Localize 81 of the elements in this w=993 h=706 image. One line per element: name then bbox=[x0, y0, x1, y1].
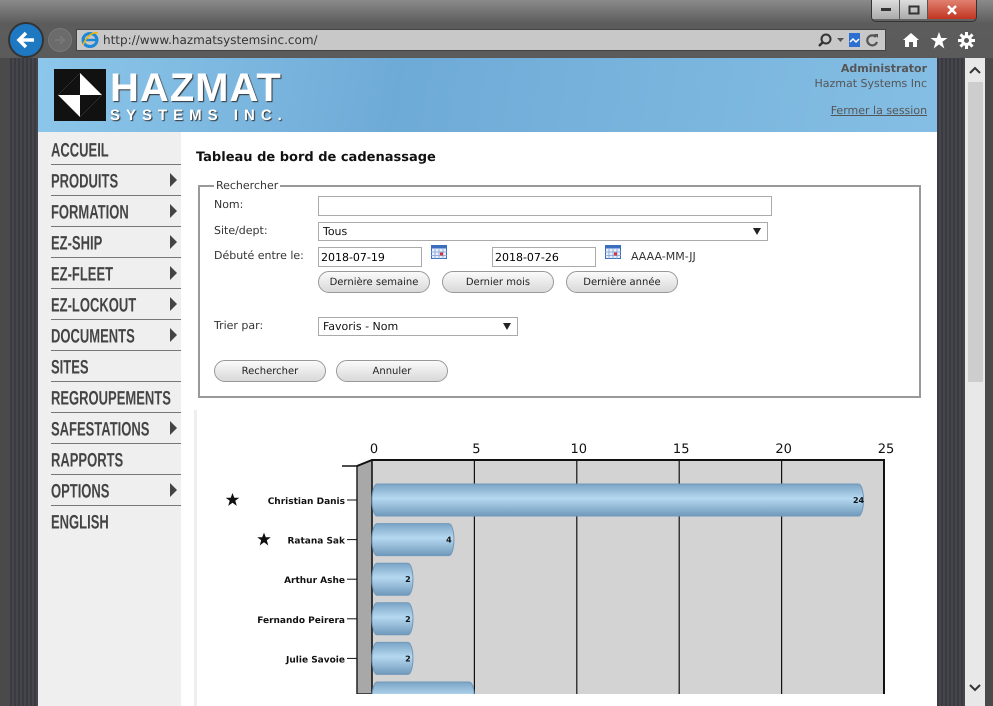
home-icon[interactable] bbox=[902, 32, 920, 48]
date-range-button[interactable]: Dernière semaine bbox=[318, 271, 430, 293]
logo-text: HAZMAT bbox=[110, 68, 283, 108]
panel-legend: Rechercher bbox=[214, 179, 280, 192]
data-label: 2 bbox=[405, 654, 411, 664]
search-icon[interactable] bbox=[818, 33, 832, 47]
site-dropdown[interactable]: Tous bbox=[318, 222, 768, 241]
logout-link[interactable]: Fermer la session bbox=[830, 104, 928, 117]
category-label: Ratana Sak bbox=[287, 536, 345, 547]
date-range-button[interactable]: Dernier mois bbox=[442, 271, 554, 293]
star-icon[interactable] bbox=[930, 32, 948, 48]
close-icon bbox=[946, 4, 958, 14]
axis-tick-label: 20 bbox=[775, 442, 792, 457]
date-range-button[interactable]: Dernière année bbox=[566, 271, 678, 293]
date-format-hint: AAAA-MM-JJ bbox=[630, 250, 696, 263]
browser-logo-icon bbox=[81, 31, 99, 49]
axis-tick-label: 10 bbox=[570, 442, 588, 457]
name-field[interactable] bbox=[318, 196, 772, 216]
address-bar[interactable]: http://www.hazmatsystemsinc.com/ bbox=[76, 29, 886, 51]
nav-item[interactable]: EZ-LOCKOUT bbox=[50, 289, 181, 320]
axis-tick-label: 15 bbox=[672, 442, 690, 457]
calendar-icon[interactable] bbox=[604, 245, 621, 259]
caret-icon[interactable] bbox=[837, 38, 844, 42]
nav-item[interactable]: SAFESTATIONS bbox=[50, 413, 181, 444]
page-title: Tableau de bord de cadenassage bbox=[196, 150, 437, 165]
category-label: Christian Danis bbox=[268, 497, 345, 507]
field-label: Site/dept: bbox=[214, 223, 269, 237]
bar bbox=[371, 642, 414, 675]
scrollbar[interactable] bbox=[965, 58, 985, 706]
date-from-field[interactable]: 2018-07-19 bbox=[318, 247, 422, 267]
nav-item[interactable]: OPTIONS bbox=[50, 475, 181, 506]
field-label: Trier par: bbox=[214, 318, 264, 332]
axis-tick-label: 25 bbox=[878, 442, 894, 457]
nav-item[interactable]: REGROUPEMENTS bbox=[50, 382, 181, 413]
minimize-button[interactable] bbox=[872, 0, 900, 19]
logo-icon bbox=[54, 69, 106, 121]
url-text: http://www.hazmatsystemsinc.com/ bbox=[103, 33, 319, 47]
dropdown-caret-icon bbox=[752, 228, 761, 235]
data-label: 24 bbox=[852, 496, 864, 505]
nav-item[interactable]: PRODUITS bbox=[50, 165, 181, 196]
settings-icon[interactable] bbox=[958, 32, 975, 48]
nav-item[interactable]: ACCUEIL bbox=[50, 134, 181, 165]
category-label: Fernando Peirera bbox=[257, 616, 345, 626]
field-label: Débuté entre le: bbox=[214, 248, 305, 262]
nav-item[interactable]: RAPPORTS bbox=[50, 444, 181, 475]
logo-subtitle: SYSTEMS INC. bbox=[110, 108, 288, 122]
nav-item[interactable]: SITES bbox=[50, 351, 181, 382]
cancel-button[interactable]: Annuler bbox=[336, 360, 448, 382]
nav-item[interactable]: ENGLISH bbox=[50, 506, 181, 537]
maximize-icon bbox=[908, 4, 920, 14]
user-name: Administrator bbox=[840, 62, 928, 75]
bar bbox=[371, 562, 414, 596]
close-button[interactable] bbox=[928, 0, 976, 19]
axis-tick-label: 0 bbox=[370, 442, 378, 457]
bar bbox=[371, 602, 414, 636]
back-button[interactable] bbox=[8, 22, 44, 58]
axis-tick-label: 5 bbox=[472, 442, 480, 457]
category-label: Julie Savoie bbox=[286, 655, 345, 666]
chevron-up-icon[interactable] bbox=[969, 66, 981, 74]
date-to-field[interactable]: 2018-07-26 bbox=[492, 247, 596, 267]
broken-page-icon[interactable] bbox=[849, 33, 861, 47]
search-button[interactable]: Rechercher bbox=[214, 360, 326, 382]
data-label: 2 bbox=[405, 575, 411, 584]
nav-item[interactable]: EZ-SHIP bbox=[50, 227, 181, 258]
sort-dropdown[interactable]: Favoris - Nom bbox=[318, 317, 518, 336]
data-label: 4 bbox=[446, 536, 452, 545]
data-label: 2 bbox=[405, 614, 411, 624]
arrow-left-icon bbox=[16, 31, 36, 49]
nav-item[interactable]: FORMATION bbox=[50, 196, 181, 227]
field-label: Nom: bbox=[214, 197, 244, 211]
scrollbar-thumb[interactable] bbox=[968, 82, 982, 382]
category-label: Arthur Ashe bbox=[284, 576, 345, 586]
calendar-icon[interactable] bbox=[430, 245, 447, 259]
nav-item[interactable]: DOCUMENTS bbox=[50, 320, 181, 351]
maximize-button[interactable] bbox=[900, 0, 928, 19]
chevron-down-icon[interactable] bbox=[969, 684, 981, 692]
nav-item[interactable]: EZ-FLEET bbox=[50, 258, 181, 289]
company-name: Hazmat Systems Inc bbox=[814, 77, 928, 90]
refresh-icon[interactable] bbox=[866, 33, 879, 47]
minimize-icon bbox=[880, 8, 890, 11]
dropdown-caret-icon bbox=[502, 323, 511, 330]
